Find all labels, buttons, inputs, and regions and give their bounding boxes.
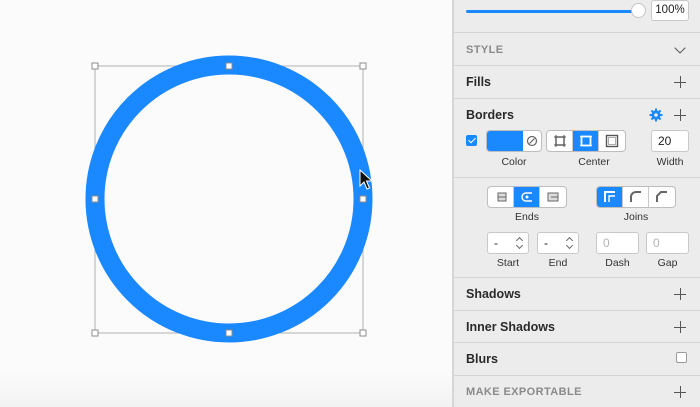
resize-handle-bottom-left[interactable] [91, 329, 99, 337]
dash-field[interactable]: 0 [596, 232, 639, 254]
miter-join-icon [603, 191, 615, 202]
inner-shadows-title: Inner Shadows [466, 320, 555, 334]
round-end-icon [520, 192, 532, 202]
border-inside-icon [553, 135, 566, 147]
bevel-join-icon [656, 191, 667, 202]
border-enabled-checkbox[interactable] [466, 135, 477, 146]
fills-section: Fills [454, 65, 700, 98]
round-join-option[interactable] [623, 187, 649, 207]
border-inside-option[interactable] [547, 131, 573, 151]
border-outside-option[interactable] [599, 131, 625, 151]
border-outside-icon [605, 134, 619, 148]
borders-title: Borders [466, 108, 514, 122]
style-section-title: STYLE [466, 44, 504, 56]
ends-label: Ends [515, 211, 539, 223]
start-label: Start [496, 257, 520, 269]
border-width-field[interactable]: 20 [651, 130, 689, 152]
end-arrow-select[interactable]: - [537, 232, 579, 254]
add-fill-plus-icon[interactable] [674, 76, 686, 88]
butt-end-option[interactable] [488, 187, 514, 207]
blurs-section: Blurs [454, 342, 700, 375]
border-color-swatch[interactable] [487, 131, 523, 151]
gap-field[interactable]: 0 [646, 232, 689, 254]
square-end-icon [547, 192, 559, 202]
center-label: Center [578, 156, 610, 168]
canvas-artwork [85, 55, 374, 343]
round-end-option[interactable] [514, 187, 540, 207]
opacity-slider-knob[interactable] [631, 3, 646, 18]
resize-handle-top-right[interactable] [359, 62, 367, 70]
canvas-bottom-shade [0, 371, 452, 407]
round-join-icon [629, 191, 641, 202]
joins-label: Joins [623, 211, 649, 223]
fills-title: Fills [466, 75, 492, 89]
export-section: MAKE EXPORTABLE [454, 375, 700, 407]
gear-icon[interactable] [649, 108, 663, 122]
canvas[interactable] [0, 0, 452, 407]
end-stepper-icon[interactable] [567, 237, 573, 249]
ends-segmented[interactable] [487, 186, 567, 208]
blur-checkbox[interactable] [676, 352, 687, 363]
ring-shape[interactable] [85, 55, 373, 343]
blurs-title: Blurs [466, 352, 498, 366]
resize-handle-top-left[interactable] [91, 62, 99, 70]
miter-join-option[interactable] [597, 187, 623, 207]
start-stepper-icon[interactable] [517, 237, 523, 249]
start-arrow-select[interactable]: - [487, 232, 529, 254]
opacity-percent-field[interactable]: 100% [651, 0, 689, 21]
inspector-panel: 100% STYLE Fills Borders 20 Color Center… [454, 0, 700, 407]
resize-handle-top[interactable] [225, 62, 233, 70]
resize-handle-right[interactable] [359, 195, 367, 203]
bevel-join-option[interactable] [649, 187, 675, 207]
end-arrow-value: - [544, 236, 548, 250]
dash-label: Dash [605, 257, 630, 269]
square-end-option[interactable] [540, 187, 566, 207]
butt-end-icon [497, 192, 506, 202]
resize-handle-left[interactable] [91, 195, 99, 203]
resize-handle-bottom[interactable] [225, 329, 233, 337]
joins-segmented[interactable] [596, 186, 676, 208]
export-title: MAKE EXPORTABLE [466, 386, 582, 398]
border-color-well[interactable] [486, 130, 542, 152]
inner-shadows-section: Inner Shadows [454, 310, 700, 342]
resize-handle-bottom-right[interactable] [359, 329, 367, 337]
add-shadow-plus-icon[interactable] [674, 288, 686, 300]
gap-label: Gap [657, 257, 678, 269]
width-label: Width [656, 156, 684, 168]
border-center-option[interactable] [573, 131, 599, 151]
add-export-plus-icon[interactable] [674, 386, 686, 398]
border-center-icon [579, 135, 592, 147]
color-picker-icon[interactable] [526, 135, 538, 147]
start-arrow-value: - [494, 236, 498, 250]
color-label: Color [501, 156, 527, 168]
border-position-segmented[interactable] [546, 130, 626, 152]
style-section[interactable]: STYLE [454, 32, 700, 65]
opacity-slider-track[interactable] [466, 10, 638, 13]
add-border-plus-icon[interactable] [674, 109, 686, 121]
shadows-title: Shadows [466, 287, 521, 301]
add-inner-shadow-plus-icon[interactable] [674, 321, 686, 333]
end-label: End [548, 257, 568, 269]
shadows-section: Shadows [454, 277, 700, 310]
